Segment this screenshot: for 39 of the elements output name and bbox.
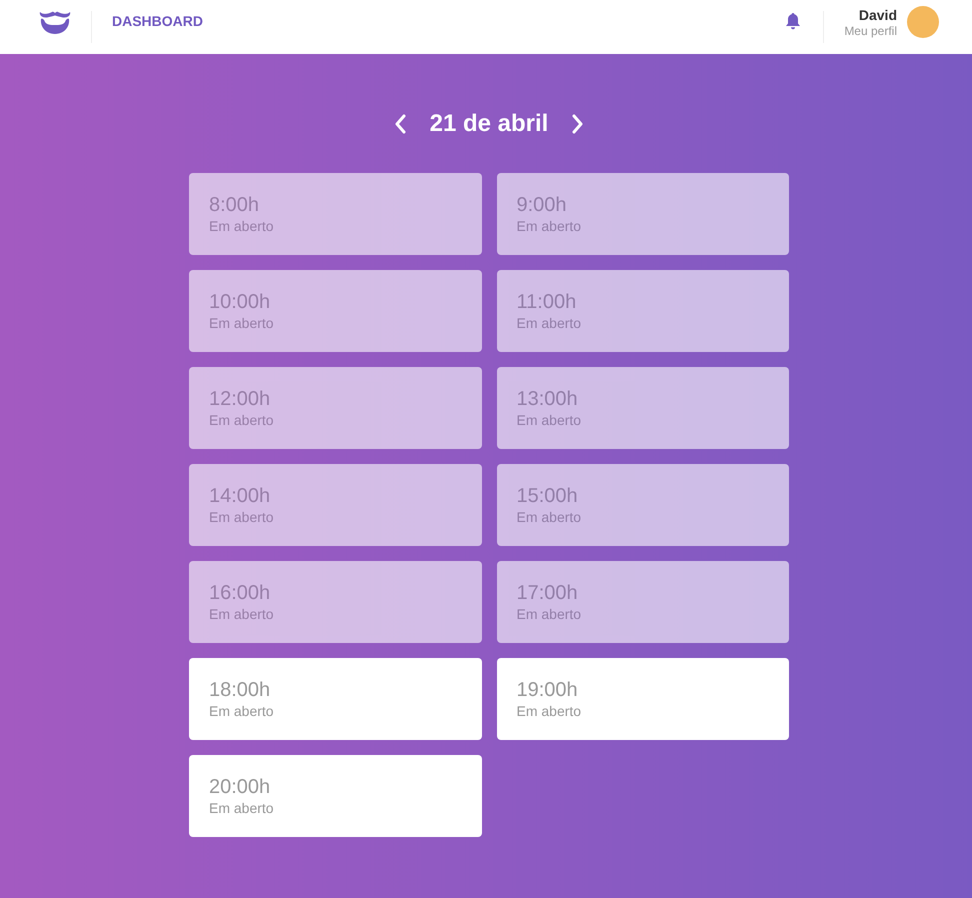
dashboard-link[interactable]: DASHBOARD — [112, 13, 203, 29]
slot-status: Em aberto — [516, 314, 582, 332]
slot-time: 17:00h — [516, 581, 579, 605]
user-name: David — [858, 6, 897, 24]
slot-status: Em aberto — [516, 605, 582, 623]
slot-status: Em aberto — [209, 314, 275, 332]
slot-time: 14:00h — [209, 484, 272, 508]
slot-time: 10:00h — [209, 290, 272, 314]
slot-time: 11:00h — [516, 290, 578, 314]
slot-status: Em aberto — [209, 411, 275, 429]
date-title: 21 de abril — [430, 110, 548, 138]
slot-status: Em aberto — [516, 411, 582, 429]
slot-time: 16:00h — [209, 581, 272, 605]
slot-time: 8:00h — [209, 193, 260, 217]
slot-status: Em aberto — [209, 702, 275, 720]
slot-time: 19:00h — [516, 678, 579, 702]
previous-day-button[interactable] — [394, 114, 406, 134]
slot-time: 15:00h — [516, 484, 579, 508]
slot-time: 20:00h — [209, 775, 272, 799]
slot-time: 18:00h — [209, 678, 272, 702]
slot-status: Em aberto — [209, 508, 275, 526]
slot-status: Em aberto — [516, 217, 582, 235]
slot-status: Em aberto — [209, 605, 275, 623]
beard-mustache-logo-icon[interactable] — [38, 10, 72, 34]
slot-status: Em aberto — [516, 508, 582, 526]
slot-time: 13:00h — [516, 387, 579, 411]
chevron-right-icon — [572, 114, 584, 134]
chevron-left-icon — [394, 114, 406, 134]
profile-link[interactable]: Meu perfil — [844, 24, 897, 38]
next-day-button[interactable] — [572, 114, 584, 134]
notification-bell-icon[interactable] — [785, 12, 802, 30]
time-slot-card[interactable]: 20:00h Em aberto — [189, 755, 482, 837]
time-slot-card[interactable]: 19:00h Em aberto — [496, 658, 789, 740]
slot-status: Em aberto — [209, 217, 275, 235]
slot-status: Em aberto — [516, 702, 582, 720]
time-slot-card[interactable]: 18:00h Em aberto — [189, 658, 482, 740]
slot-time: 9:00h — [516, 193, 568, 217]
slot-time: 12:00h — [209, 387, 272, 411]
slot-status: Em aberto — [209, 799, 275, 817]
